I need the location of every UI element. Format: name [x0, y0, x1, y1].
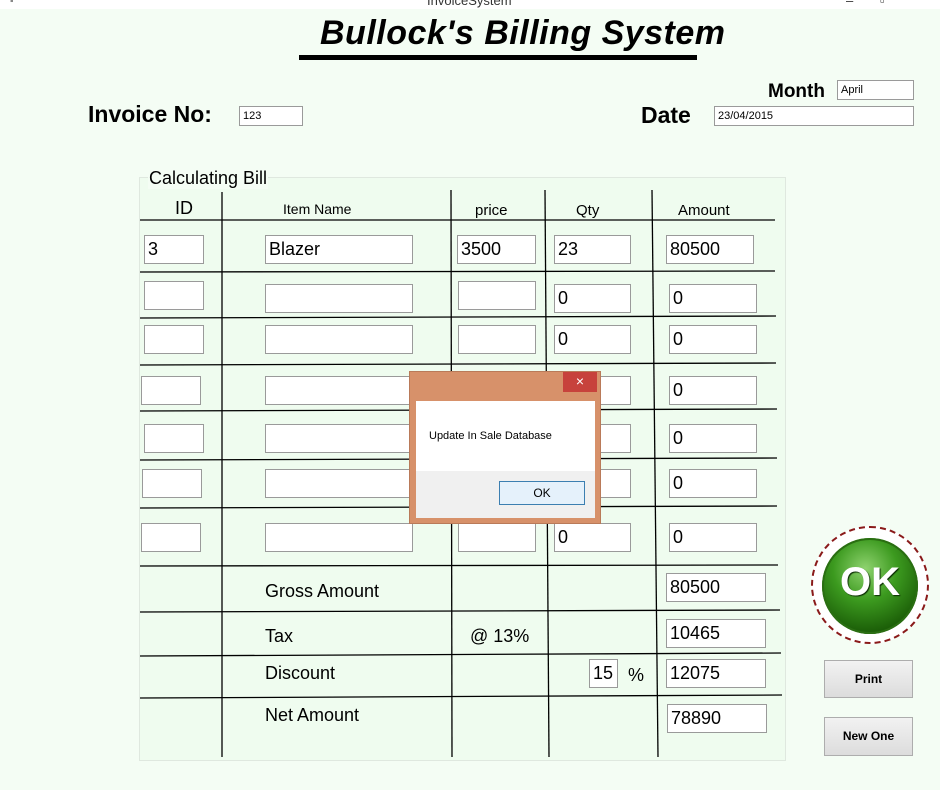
discount-label: Discount	[265, 663, 336, 683]
item-qty-input[interactable]	[554, 235, 631, 264]
print-button[interactable]: Print	[824, 660, 913, 698]
ok-button-label: OK	[840, 560, 900, 604]
item-price-input[interactable]	[458, 523, 536, 552]
item-id-input[interactable]	[142, 469, 202, 498]
tax-rate-label: @ 13%	[470, 626, 530, 646]
gross-amount-input[interactable]	[666, 573, 766, 602]
item-amount-input[interactable]	[669, 284, 757, 313]
discount-percent-input[interactable]	[589, 659, 618, 688]
column-header-id: ID	[175, 198, 193, 218]
gross-amount-label: Gross Amount	[265, 581, 380, 601]
item-qty-input[interactable]	[554, 284, 631, 313]
tax-label: Tax	[265, 626, 294, 646]
net-amount-label: Net Amount	[265, 705, 360, 725]
item-id-input[interactable]	[141, 376, 201, 405]
item-price-input[interactable]	[458, 325, 536, 354]
column-header-item-name: Item Name	[283, 201, 352, 217]
new-one-button[interactable]: New One	[824, 717, 913, 756]
item-qty-input[interactable]	[554, 523, 631, 552]
item-name-input[interactable]	[265, 376, 413, 405]
dialog-message: Update In Sale Database	[429, 430, 552, 442]
item-amount-input[interactable]	[669, 523, 757, 552]
item-amount-input[interactable]	[666, 235, 754, 264]
item-name-input[interactable]	[265, 235, 413, 264]
item-amount-input[interactable]	[669, 325, 757, 354]
discount-amount-input[interactable]	[666, 659, 766, 688]
item-name-input[interactable]	[265, 523, 413, 552]
item-name-input[interactable]	[265, 469, 413, 498]
item-id-input[interactable]	[144, 235, 204, 264]
item-amount-input[interactable]	[669, 424, 757, 453]
item-id-input[interactable]	[144, 325, 204, 354]
dialog-close-button[interactable]: ×	[563, 372, 597, 392]
item-price-input[interactable]	[458, 281, 536, 310]
item-amount-input[interactable]	[669, 469, 757, 498]
item-id-input[interactable]	[141, 523, 201, 552]
item-name-input[interactable]	[265, 424, 413, 453]
column-header-amount: Amount	[678, 202, 730, 219]
column-header-price: price	[475, 202, 508, 219]
tax-amount-input[interactable]	[666, 619, 766, 648]
item-id-input[interactable]	[144, 281, 204, 310]
item-price-input[interactable]	[457, 235, 536, 264]
dialog-ok-button[interactable]: OK	[499, 481, 585, 505]
net-amount-input[interactable]	[667, 704, 767, 733]
item-amount-input[interactable]	[669, 376, 757, 405]
item-name-input[interactable]	[265, 325, 413, 354]
column-header-qty: Qty	[576, 202, 600, 219]
item-name-input[interactable]	[265, 284, 413, 313]
item-qty-input[interactable]	[554, 325, 631, 354]
item-id-input[interactable]	[144, 424, 204, 453]
percent-sign: %	[628, 665, 645, 685]
